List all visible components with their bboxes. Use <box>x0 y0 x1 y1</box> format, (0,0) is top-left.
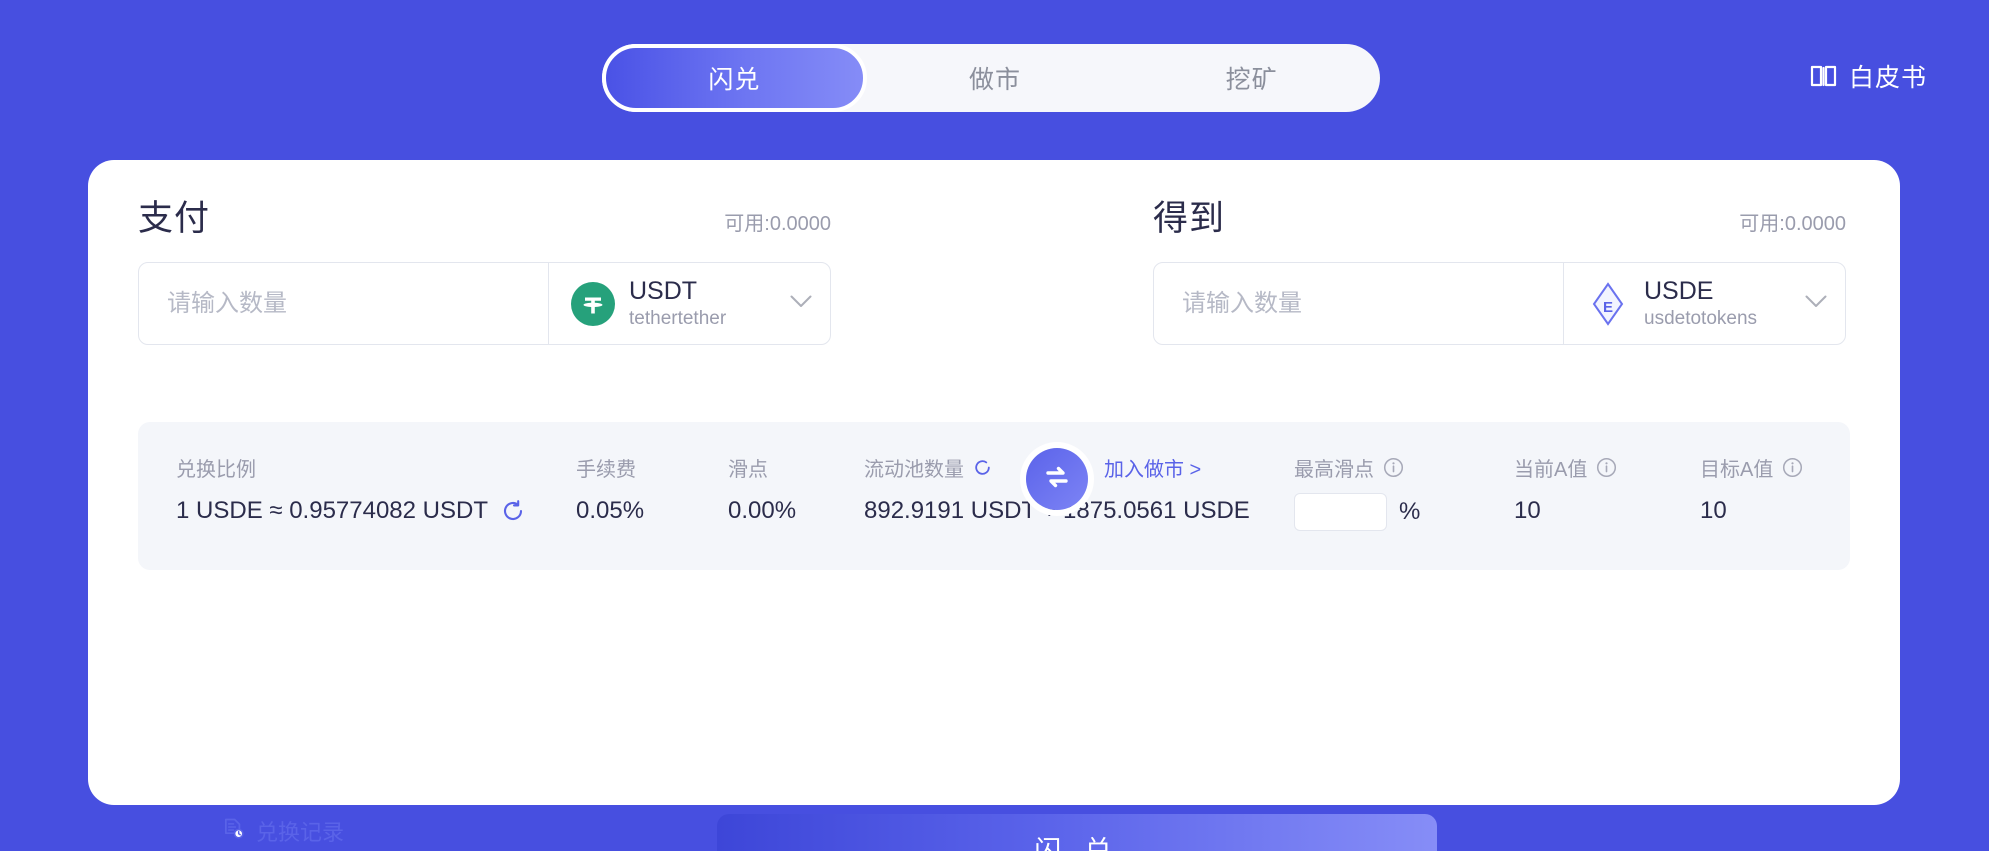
info-max-slippage: 最高滑点 % <box>1294 454 1514 531</box>
chevron-down-icon <box>790 295 812 313</box>
info-current-a: 当前A值 10 <box>1514 454 1700 525</box>
info-rate: 兑换比例 1 USDE ≈ 0.95774082 USDT <box>176 454 576 525</box>
info-circle-icon[interactable] <box>1596 457 1617 478</box>
pay-token-text: USDT tethertether <box>629 277 776 330</box>
pool-label: 流动池数量 <box>864 458 964 481</box>
max-slippage-label: 最高滑点 <box>1294 458 1374 481</box>
exchange-records-label: 兑换记录 <box>256 820 345 845</box>
pay-field-row: USDT tethertether <box>138 262 831 345</box>
pay-token-select[interactable]: USDT tethertether <box>548 263 830 344</box>
usde-logo-icon: E <box>1586 281 1630 326</box>
swap-direction-icon <box>1041 461 1073 498</box>
info-fee: 手续费 0.05% <box>576 454 728 525</box>
receive-token-symbol: USDE <box>1644 277 1714 306</box>
main-tabs: 闪兑 做市 挖矿 <box>602 44 1380 112</box>
max-slippage-unit: % <box>1399 498 1421 525</box>
current-a-label: 当前A值 <box>1514 458 1588 481</box>
top-bar: 闪兑 做市 挖矿 白皮书 <box>0 0 1989 148</box>
exchange-records-link[interactable]: 兑换记录 <box>222 815 344 847</box>
pay-token-name: tethertether <box>629 307 727 329</box>
swap-card: 支付 可用:0.0000 USDT tethertether <box>88 160 1900 851</box>
info-target-a: 目标A值 10 <box>1700 454 1820 525</box>
svg-text:E: E <box>1603 299 1613 316</box>
pay-token-symbol: USDT <box>629 277 698 306</box>
pay-header: 支付 可用:0.0000 <box>138 160 831 238</box>
chevron-down-icon <box>1805 295 1827 313</box>
whitepaper-label: 白皮书 <box>1848 64 1927 92</box>
receive-available: 可用:0.0000 <box>1739 213 1846 235</box>
max-slippage-label-row: 最高滑点 <box>1294 454 1514 481</box>
info-join-market: 加入做市 > <box>1104 454 1294 481</box>
trade-info-panel: 兑换比例 1 USDE ≈ 0.95774082 USDT 手续费 0.05% <box>138 422 1850 570</box>
current-a-label-row: 当前A值 <box>1514 454 1700 481</box>
app-root: 闪兑 做市 挖矿 白皮书 支付 可用:0.0000 请输入数量 USDT tet… <box>0 0 1989 851</box>
receive-token-name: usdetotokens <box>1644 307 1758 329</box>
target-a-label-row: 目标A值 <box>1700 454 1820 481</box>
max-slippage-input-row: % <box>1294 493 1514 531</box>
receive-token-select[interactable]: E USDE usdetotokens <box>1563 263 1845 344</box>
receive-header: 得到 可用:0.0000 <box>1153 160 1846 238</box>
tab-market-making[interactable]: 做市 <box>867 44 1124 112</box>
slippage-value: 0.00% <box>728 497 797 524</box>
book-icon <box>1810 64 1837 88</box>
pay-available: 可用:0.0000 <box>724 213 831 235</box>
tether-logo-icon <box>571 281 615 326</box>
tab-swap[interactable]: 闪兑 <box>602 44 867 112</box>
current-a-value: 10 <box>1514 497 1541 524</box>
swap-direction-button[interactable] <box>1026 448 1088 510</box>
pay-title: 支付 <box>138 199 211 238</box>
join-market-link[interactable]: 加入做市 > <box>1104 454 1294 481</box>
info-slippage: 滑点 0.00% <box>728 454 864 525</box>
receive-amount-input[interactable] <box>1154 263 1563 344</box>
tab-mining[interactable]: 挖矿 <box>1123 44 1380 112</box>
fee-label: 手续费 <box>576 458 636 481</box>
refresh-icon[interactable] <box>501 499 525 523</box>
pay-panel: 支付 可用:0.0000 USDT tethertether <box>138 160 831 345</box>
info-circle-icon[interactable] <box>1383 457 1404 478</box>
rate-label: 兑换比例 <box>176 458 256 481</box>
whitepaper-link[interactable]: 白皮书 <box>1810 58 1927 94</box>
receive-panel: 得到 可用:0.0000 E USDE <box>1153 160 1846 345</box>
target-a-label: 目标A值 <box>1700 458 1774 481</box>
receive-token-text: USDE usdetotokens <box>1644 277 1791 330</box>
info-circle-icon[interactable] <box>1782 457 1803 478</box>
refresh-icon[interactable] <box>973 458 992 477</box>
max-slippage-input[interactable] <box>1294 493 1387 531</box>
swap-panels: 支付 可用:0.0000 USDT tethertether <box>88 160 1900 390</box>
fee-value: 0.05% <box>576 497 645 524</box>
pay-amount-input[interactable] <box>139 263 548 344</box>
slippage-label: 滑点 <box>728 458 768 481</box>
rate-value-row: 1 USDE ≈ 0.95774082 USDT <box>176 497 576 525</box>
history-document-icon <box>222 817 245 846</box>
submit-swap-button[interactable]: 闪 兑 <box>717 814 1437 851</box>
target-a-value: 10 <box>1700 497 1727 524</box>
receive-title: 得到 <box>1153 199 1226 238</box>
rate-value: 1 USDE ≈ 0.95774082 USDT <box>176 497 488 524</box>
receive-field-row: E USDE usdetotokens <box>1153 262 1846 345</box>
